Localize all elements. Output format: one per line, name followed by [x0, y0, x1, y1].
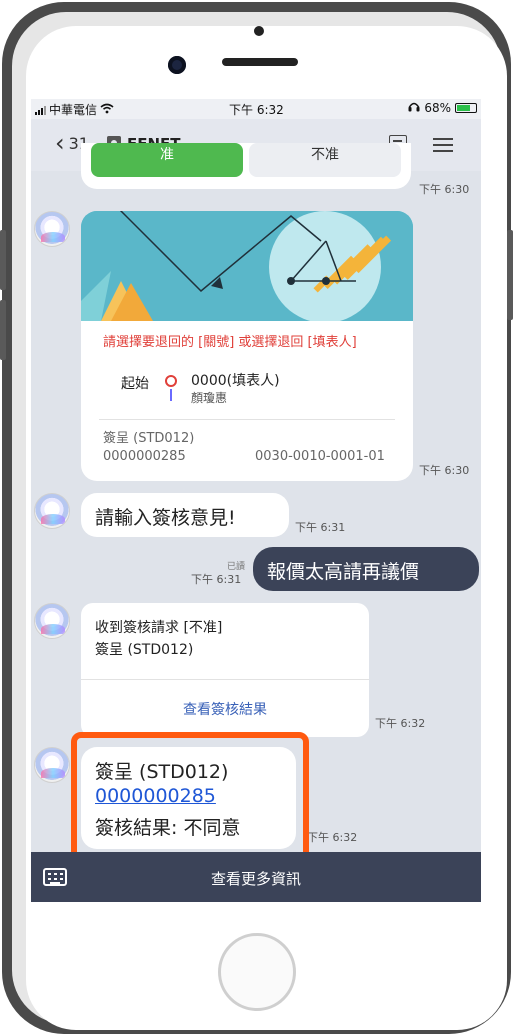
chat-screen: 中華電信 下午 6:32 68% ‹ 31 EFNET — [31, 99, 481, 902]
message-time: 下午 6:31 — [295, 521, 346, 534]
document-type: 簽呈 (STD012) — [103, 431, 195, 446]
divider — [99, 419, 395, 420]
wifi-icon — [100, 103, 114, 117]
bottom-bar: 查看更多資訊 — [31, 852, 481, 902]
battery-icon — [455, 103, 477, 113]
message-time: 下午 6:31 — [191, 573, 242, 586]
approve-button[interactable]: 准 — [91, 143, 243, 177]
view-result-link[interactable]: 查看簽核結果 — [81, 699, 369, 719]
flow-node-label[interactable]: 0000(填表人) — [191, 370, 280, 390]
reject-button[interactable]: 不准 — [249, 143, 401, 177]
menu-icon[interactable] — [433, 137, 453, 153]
carrier-name: 中華電信 — [49, 103, 98, 117]
avatar[interactable] — [34, 493, 70, 529]
document-number: 0000000285 — [103, 449, 186, 464]
home-button[interactable] — [218, 933, 296, 1011]
flow-start-label: 起始 — [121, 376, 149, 392]
message-time: 下午 6:32 — [375, 717, 426, 730]
message-time: 下午 6:32 — [307, 831, 358, 844]
power-button — [507, 230, 513, 320]
flow-node-dot[interactable] — [165, 375, 177, 387]
highlight-box — [71, 732, 309, 868]
headphones-icon — [408, 101, 420, 115]
volume-down-button — [0, 300, 6, 360]
request-document: 簽呈 (STD012) — [95, 642, 194, 658]
return-flow-card: 請選擇要退回的 [關號] 或選擇退回 [填表人] 起始 0000(填表人) 顏瓊… — [81, 211, 413, 481]
avatar[interactable] — [34, 211, 70, 247]
card-hero-image — [81, 211, 413, 323]
status-time: 下午 6:32 — [229, 103, 284, 117]
chevron-left-icon: ‹ — [55, 129, 65, 157]
more-info-button[interactable]: 查看更多資訊 — [31, 868, 481, 889]
battery-percent: 68% — [424, 101, 451, 115]
proximity-sensor — [254, 26, 264, 36]
status-bar: 中華電信 下午 6:32 68% — [31, 99, 481, 119]
earpiece-speaker — [222, 58, 298, 66]
approval-card: 准 不准 — [81, 143, 411, 189]
avatar[interactable] — [34, 747, 70, 783]
request-card: 收到簽核請求 [不准] 簽呈 (STD012) 查看簽核結果 — [81, 603, 369, 737]
volume-up-button — [0, 230, 6, 290]
flow-connector — [170, 389, 172, 401]
reply-bubble: 報價太高請再議價 — [253, 547, 479, 591]
avatar[interactable] — [34, 603, 70, 639]
message-time: 下午 6:30 — [419, 464, 470, 477]
flow-code: 0030-0010-0001-01 — [255, 449, 385, 464]
flow-heading: 請選擇要退回的 [關號] 或選擇退回 [填表人] — [103, 335, 357, 350]
request-status: 收到簽核請求 [不准] — [95, 620, 223, 636]
message-bubble: 請輸入簽核意見! — [81, 493, 289, 537]
flow-node-person: 顏瓊惠 — [191, 391, 228, 405]
front-camera — [168, 56, 186, 74]
divider — [81, 679, 369, 680]
message-time: 下午 6:30 — [419, 183, 470, 196]
signal-icon — [35, 105, 46, 115]
